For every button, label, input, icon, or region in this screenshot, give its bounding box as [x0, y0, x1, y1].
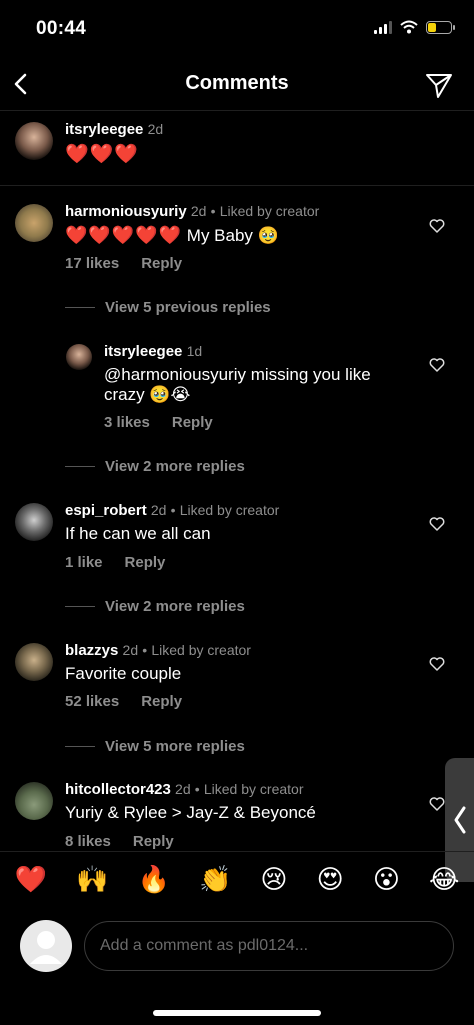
emoji-heart-button[interactable]: ❤️	[15, 864, 47, 895]
caption-divider	[0, 185, 474, 186]
avatar[interactable]	[15, 643, 53, 681]
comment-username[interactable]: itsryleegee	[104, 343, 182, 360]
emoji-heart-eyes-button[interactable]: 😍	[317, 864, 344, 895]
composer-divider	[0, 851, 474, 852]
comment-separator: •	[170, 502, 176, 518]
avatar[interactable]	[15, 204, 53, 242]
likes-count[interactable]: 17 likes	[65, 255, 119, 272]
wifi-icon	[400, 20, 418, 34]
emoji-raised-hands-button[interactable]: 🙌	[76, 864, 108, 895]
view-replies-label: View 2 more replies	[105, 598, 245, 615]
home-indicator	[153, 1010, 321, 1016]
comment-text: Yuriy & Rylee > Jay-Z & Beyoncé	[65, 803, 316, 822]
emoji-clap-button[interactable]: 👏	[199, 864, 231, 895]
share-send-icon[interactable]	[424, 70, 454, 100]
user-avatar	[20, 920, 72, 972]
comment-actions: 17 likes Reply	[65, 255, 182, 272]
comment-body: My Baby 🥹	[186, 226, 279, 245]
liked-by-creator: Liked by creator	[219, 203, 320, 219]
comment-time: 2d	[150, 502, 167, 518]
view-replies-button[interactable]: View 2 more replies	[65, 598, 245, 615]
comment-time: 2d	[190, 203, 207, 219]
emoji-quick-bar: ❤️ 🙌 🔥 👏 😢 😍 😮 😂	[0, 864, 474, 895]
comment-text: If he can we all can	[65, 524, 211, 543]
default-avatar-icon	[30, 931, 62, 964]
comment-username[interactable]: hitcollector423	[65, 781, 171, 798]
view-replies-button[interactable]: View 2 more replies	[65, 458, 245, 475]
comment-text: @harmoniousyuriy missing you like crazy …	[104, 365, 371, 404]
avatar[interactable]	[15, 782, 53, 820]
reply-header: itsryleegee 1d	[104, 343, 202, 360]
like-heart-icon[interactable]	[429, 796, 445, 812]
comment-emoji: ❤️❤️❤️❤️❤️	[65, 225, 183, 245]
cellular-signal-icon	[374, 20, 392, 34]
comment-time: 2d	[175, 781, 191, 797]
comment-actions: 52 likes Reply	[65, 693, 182, 710]
reply-button[interactable]: Reply	[172, 414, 213, 431]
comment-header: blazzys 2d • Liked by creator	[65, 642, 251, 659]
comment-actions: 3 likes Reply	[104, 414, 213, 431]
avatar[interactable]	[15, 122, 53, 160]
page-title: Comments	[185, 72, 289, 94]
like-heart-icon[interactable]	[429, 357, 445, 373]
emoji-surprised-button[interactable]: 😮	[373, 864, 400, 895]
avatar[interactable]	[15, 503, 53, 541]
avatar[interactable]	[66, 344, 92, 370]
emoji-fire-button[interactable]: 🔥	[137, 864, 169, 895]
view-replies-button[interactable]: View 5 more replies	[65, 738, 245, 755]
comment-header: espi_robert 2d • Liked by creator	[65, 502, 279, 519]
likes-count[interactable]: 52 likes	[65, 693, 119, 710]
comment-username[interactable]: espi_robert	[65, 502, 147, 519]
chevron-left-icon	[454, 806, 466, 834]
comment-actions: 8 likes Reply	[65, 833, 174, 850]
comment-username[interactable]: blazzys	[65, 642, 118, 659]
comment-separator: •	[142, 642, 148, 658]
comment-text: Favorite couple	[65, 664, 182, 683]
battery-icon	[426, 20, 455, 34]
comment-time: 1d	[186, 343, 203, 359]
liked-by-creator: Liked by creator	[151, 642, 251, 658]
comment-separator: •	[194, 781, 200, 797]
view-replies-label: View 5 more replies	[105, 738, 245, 755]
caption-username[interactable]: itsryleegee	[65, 121, 143, 138]
comment-header: harmoniousyuriy 2d • Liked by creator	[65, 203, 319, 220]
caption-time: 2d	[147, 121, 164, 137]
likes-count[interactable]: 8 likes	[65, 833, 111, 850]
comment-text: ❤️❤️❤️❤️❤️ My Baby 🥹	[65, 225, 279, 246]
comment-time: 2d	[122, 642, 139, 658]
comment-separator: •	[210, 203, 216, 219]
liked-by-creator: Liked by creator	[203, 781, 304, 797]
like-heart-icon[interactable]	[429, 516, 445, 532]
reply-button[interactable]: Reply	[133, 833, 174, 850]
like-heart-icon[interactable]	[429, 656, 445, 672]
reply-button[interactable]: Reply	[125, 554, 166, 571]
liked-by-creator: Liked by creator	[179, 502, 280, 518]
like-heart-icon[interactable]	[429, 218, 445, 234]
reply-button[interactable]: Reply	[141, 693, 182, 710]
comment-input[interactable]	[84, 921, 454, 971]
caption-text: ❤️❤️❤️	[65, 144, 139, 165]
likes-count[interactable]: 3 likes	[104, 414, 150, 431]
view-replies-label: View 5 previous replies	[105, 299, 271, 316]
reply-button[interactable]: Reply	[141, 255, 182, 272]
view-replies-button[interactable]: View 5 previous replies	[65, 299, 271, 316]
emoji-laughing-button[interactable]: 😂	[429, 864, 459, 895]
comment-actions: 1 like Reply	[65, 554, 165, 571]
status-time: 00:44	[36, 18, 87, 39]
caption: itsryleegee 2d	[65, 121, 163, 138]
emoji-cry-button[interactable]: 😢	[260, 864, 287, 895]
comment-username[interactable]: harmoniousyuriy	[65, 203, 187, 220]
view-replies-label: View 2 more replies	[105, 458, 245, 475]
comment-header: hitcollector423 2d • Liked by creator	[65, 781, 303, 798]
status-icons	[374, 20, 455, 34]
likes-count[interactable]: 1 like	[65, 554, 103, 571]
header-divider	[0, 110, 474, 111]
